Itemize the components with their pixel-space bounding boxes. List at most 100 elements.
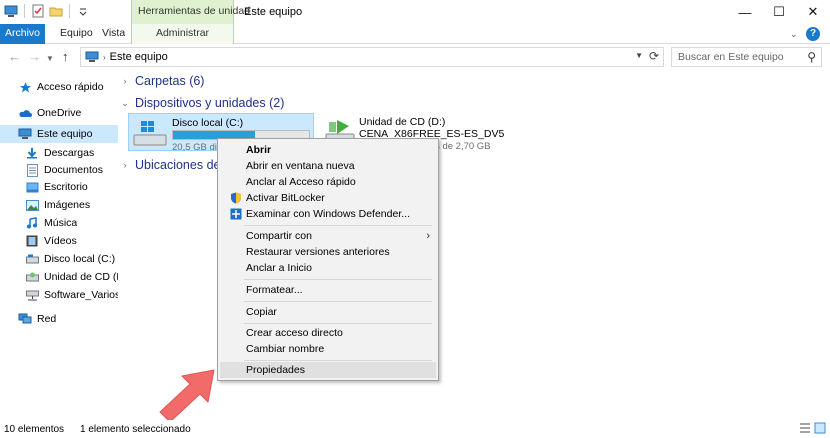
back-arrow-icon[interactable]: ← [8, 48, 21, 66]
menu-item-examinar-defender[interactable]: Examinar con Windows Defender... [220, 206, 436, 222]
tab-vista[interactable]: Vista [94, 24, 133, 44]
computer-icon [18, 127, 32, 141]
search-input[interactable]: Buscar en Este equipo ⚲ [671, 47, 822, 67]
sidebar-item-este-equipo[interactable]: Este equipo [0, 125, 118, 143]
menu-item-restaurar-versiones[interactable]: Restaurar versiones anteriores [220, 244, 436, 260]
chevron-down-icon[interactable]: ⌄ [118, 98, 132, 109]
desktop-icon [25, 180, 39, 194]
sidebar-item-red[interactable]: Red [0, 310, 118, 328]
sidebar-item-musica[interactable]: Música [0, 214, 118, 232]
sidebar-item-label: Documentos [44, 164, 103, 176]
chevron-right-icon: › [426, 230, 430, 242]
chevron-right-icon[interactable]: › [118, 160, 132, 170]
menu-separator [244, 323, 432, 324]
menu-item-abrir[interactable]: Abrir [220, 142, 436, 158]
sidebar-item-onedrive[interactable]: OneDrive [0, 104, 118, 122]
sidebar-item-label: Software_Varios (\\ [44, 289, 118, 301]
expand-ribbon-icon[interactable]: ⌄ [790, 29, 800, 39]
sidebar-item-descargas[interactable]: Descargas [0, 144, 118, 162]
breadcrumb[interactable]: Este equipo [110, 51, 168, 63]
annotation-arrow-icon [159, 369, 215, 422]
minimize-button[interactable]: — [728, 0, 762, 24]
search-placeholder: Buscar en Este equipo [678, 51, 784, 63]
menu-item-compartir-con[interactable]: Compartir con › [220, 228, 436, 244]
sidebar-item-label: Unidad de CD (D:) C [44, 271, 118, 283]
sidebar-item-label: OneDrive [37, 107, 82, 119]
large-icons-view-icon[interactable] [814, 422, 826, 434]
sidebar-item-label: Acceso rápido [37, 81, 104, 93]
sidebar-item-acceso-rapido[interactable]: Acceso rápido [0, 78, 118, 96]
menu-separator [244, 301, 432, 302]
menu-item-formatear[interactable]: Formatear... [220, 282, 436, 298]
sidebar-item-escritorio[interactable]: Escritorio [0, 178, 118, 196]
menu-item-anclar-inicio[interactable]: Anclar a Inicio [220, 260, 436, 276]
menu-separator [244, 360, 432, 361]
cd-drive-icon [25, 270, 39, 284]
sidebar-item-label: Música [44, 217, 78, 229]
sidebar-item-label: Escritorio [44, 181, 88, 193]
new-folder-icon[interactable] [49, 4, 63, 18]
music-icon [25, 216, 39, 230]
toolbar-divider [69, 4, 70, 18]
maximize-button[interactable]: ☐ [762, 0, 796, 24]
group-label: Carpetas (6) [135, 74, 205, 88]
close-button[interactable]: ✕ [796, 0, 830, 24]
customize-toolbar-icon[interactable] [76, 4, 90, 18]
sidebar-item-unidad-cd[interactable]: Unidad de CD (D:) C [0, 268, 118, 286]
up-arrow-icon[interactable]: ↑ [62, 48, 69, 66]
download-icon [25, 146, 39, 160]
context-menu: Abrir Abrir en ventana nueva Anclar al A… [217, 138, 439, 381]
drive-name: Disco local (C:) [172, 117, 244, 129]
sidebar-item-disco-local[interactable]: Disco local (C:) [0, 250, 118, 268]
breadcrumb-chevron-icon[interactable]: › [103, 53, 106, 62]
menu-item-propiedades[interactable]: Propiedades [220, 362, 436, 378]
view-switcher [799, 422, 826, 434]
menu-separator [244, 225, 432, 226]
menu-item-copiar[interactable]: Copiar [220, 304, 436, 320]
chevron-right-icon[interactable]: › [118, 76, 132, 86]
menu-item-activar-bitlocker[interactable]: Activar BitLocker [220, 190, 436, 206]
computer-icon [85, 51, 99, 62]
sidebar-item-label: Disco local (C:) [44, 253, 116, 265]
properties-icon[interactable] [31, 4, 45, 18]
menu-item-cambiar-nombre[interactable]: Cambiar nombre [220, 341, 436, 357]
menu-item-abrir-ventana-nueva[interactable]: Abrir en ventana nueva [220, 158, 436, 174]
sidebar-item-software-varios[interactable]: Software_Varios (\\ [0, 286, 118, 304]
tab-archivo[interactable]: Archivo [0, 24, 45, 44]
defender-icon [230, 208, 242, 220]
status-bar: 10 elementos 1 elemento seleccionado [0, 420, 830, 438]
group-dispositivos[interactable]: ⌄ Dispositivos y unidades (2) [118, 95, 284, 111]
address-bar[interactable]: › Este equipo ▼ ⟳ [80, 47, 664, 67]
refresh-icon[interactable]: ⟳ [649, 49, 659, 63]
sidebar-item-label: Imágenes [44, 199, 91, 211]
tab-administrar[interactable]: Administrar [131, 24, 234, 44]
menu-item-crear-acceso-directo[interactable]: Crear acceso directo [220, 325, 436, 341]
menu-item-anclar-acceso-rapido[interactable]: Anclar al Acceso rápido [220, 174, 436, 190]
selection-count: 1 elemento seleccionado [80, 424, 191, 435]
computer-icon[interactable] [4, 4, 18, 18]
sidebar-item-documentos[interactable]: Documentos [0, 161, 118, 179]
pictures-icon [25, 198, 39, 212]
quick-access-toolbar [4, 4, 90, 18]
window-controls: — ☐ ✕ [728, 0, 830, 24]
forward-arrow-icon[interactable]: → [28, 48, 41, 66]
chevron-down-icon[interactable]: ▼ [635, 51, 643, 60]
group-label: Dispositivos y unidades (2) [135, 96, 285, 110]
navigation-pane: Acceso rápido OneDrive Este equipo Desca… [0, 70, 118, 420]
sidebar-item-videos[interactable]: Vídeos [0, 232, 118, 250]
toolbar-divider [24, 4, 25, 18]
navigation-bar: ← → ▼ ↑ › Este equipo ▼ ⟳ Buscar en Este… [0, 44, 830, 70]
sidebar-item-label: Red [37, 313, 57, 325]
help-icon[interactable]: ? [806, 27, 820, 41]
star-icon [18, 80, 32, 94]
sidebar-item-label: Este equipo [37, 128, 93, 140]
group-carpetas[interactable]: › Carpetas (6) [118, 73, 205, 89]
drive-icon [25, 252, 39, 266]
sidebar-item-imagenes[interactable]: Imágenes [0, 196, 118, 214]
details-view-icon[interactable] [799, 422, 811, 434]
item-count: 10 elementos [4, 424, 65, 435]
recent-locations-icon[interactable]: ▼ [46, 50, 54, 68]
sidebar-item-label: Descargas [44, 147, 95, 159]
sidebar-item-label: Vídeos [44, 235, 77, 247]
menu-separator [244, 279, 432, 280]
